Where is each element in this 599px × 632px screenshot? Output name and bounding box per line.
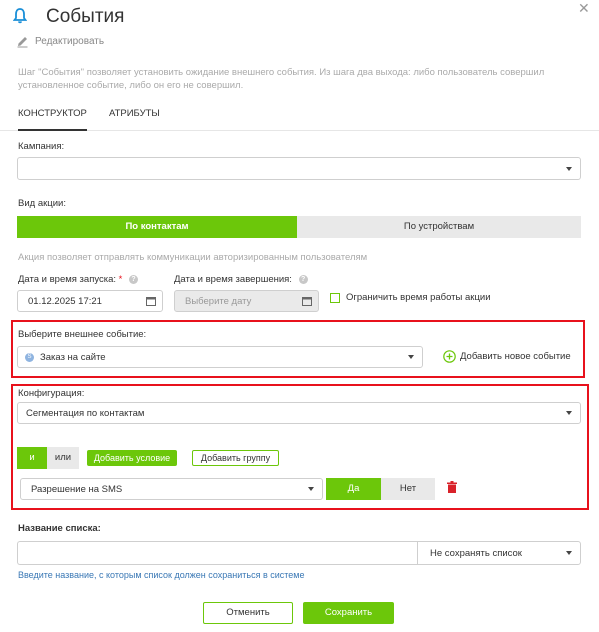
edit-button[interactable]: Редактировать [16,35,104,48]
config-select[interactable]: Сегментация по контактам [17,402,581,424]
end-date-label: Дата и время завершения: ? [174,274,308,285]
required-mark: * [118,274,123,285]
limit-time-label: Ограничить время работы акции [346,292,491,303]
pencil-icon [17,37,28,48]
event-label: Выберите внешнее событие: [18,329,147,340]
logic-and-button[interactable]: и [17,447,47,469]
chevron-down-icon [566,411,572,415]
action-type-hint: Акция позволяет отправлять коммуникации … [18,252,368,263]
chevron-down-icon [308,487,314,491]
page-title: События [46,6,125,27]
tab-constructor[interactable]: КОНСТРУКТОР [18,108,87,131]
event-select[interactable]: S Заказ на сайте [17,346,423,368]
cancel-button[interactable]: Отменить [203,602,293,624]
campaign-select[interactable] [17,157,581,180]
trash-icon[interactable] [447,481,457,493]
condition-field-value: Разрешение на SMS [31,484,123,495]
start-date-label: Дата и время запуска: * ? [18,274,138,285]
calendar-icon [302,297,312,306]
bell-icon [12,8,28,27]
start-date-value: 01.12.2025 17:21 [28,296,102,307]
help-icon[interactable]: ? [129,274,138,284]
action-type-label: Вид акции: [18,198,66,209]
condition-no-button[interactable]: Нет [381,478,435,500]
end-date-placeholder: Выберите дату [185,296,252,307]
config-value: Сегментация по контактам [26,408,145,419]
save-list-value: Не сохранять список [430,548,522,559]
event-type-icon: S [25,353,34,362]
add-condition-button[interactable]: Добавить условие [87,450,177,466]
close-icon[interactable]: ✕ [578,0,590,17]
add-group-button[interactable]: Добавить группу [192,450,279,466]
chevron-down-icon [566,166,572,171]
condition-field-select[interactable]: Разрешение на SMS [20,478,323,500]
tab-bar: КОНСТРУКТОР АТРИБУТЫ [0,108,599,131]
checkbox-box[interactable] [330,292,340,303]
save-list-select[interactable]: Не сохранять список [417,541,581,565]
step-description: Шаг "События" позволяет установить ожида… [18,67,545,91]
config-label: Конфигурация: [18,388,85,399]
limit-time-checkbox[interactable]: Ограничить время работы акции [330,292,491,303]
save-button[interactable]: Сохранить [303,602,394,624]
add-event-label: Добавить новое событие [460,351,571,362]
end-date-label-text: Дата и время завершения: [174,274,292,285]
tab-attributes[interactable]: АТРИБУТЫ [109,108,160,129]
plus-circle-icon [443,350,456,363]
edit-label: Редактировать [35,36,105,47]
action-type-devices[interactable]: По устройствам [297,216,581,238]
start-date-input[interactable]: 01.12.2025 17:21 [17,290,163,312]
list-name-input[interactable] [17,541,417,565]
start-date-label-text: Дата и время запуска: [18,274,117,285]
chevron-down-icon [566,551,572,555]
help-icon[interactable]: ? [298,274,308,284]
list-name-label: Название списка: [18,523,101,534]
calendar-icon [146,297,156,306]
campaign-label: Кампания: [18,141,65,152]
add-event-button[interactable]: Добавить новое событие [443,350,571,363]
logic-or-button[interactable]: или [47,447,79,469]
event-value: Заказ на сайте [40,352,106,363]
chevron-down-icon [408,355,414,359]
end-date-input[interactable]: Выберите дату [174,290,319,312]
list-name-hint: Введите название, с которым список долже… [18,570,305,580]
action-type-contacts[interactable]: По контактам [17,216,297,238]
condition-yes-button[interactable]: Да [326,478,381,500]
